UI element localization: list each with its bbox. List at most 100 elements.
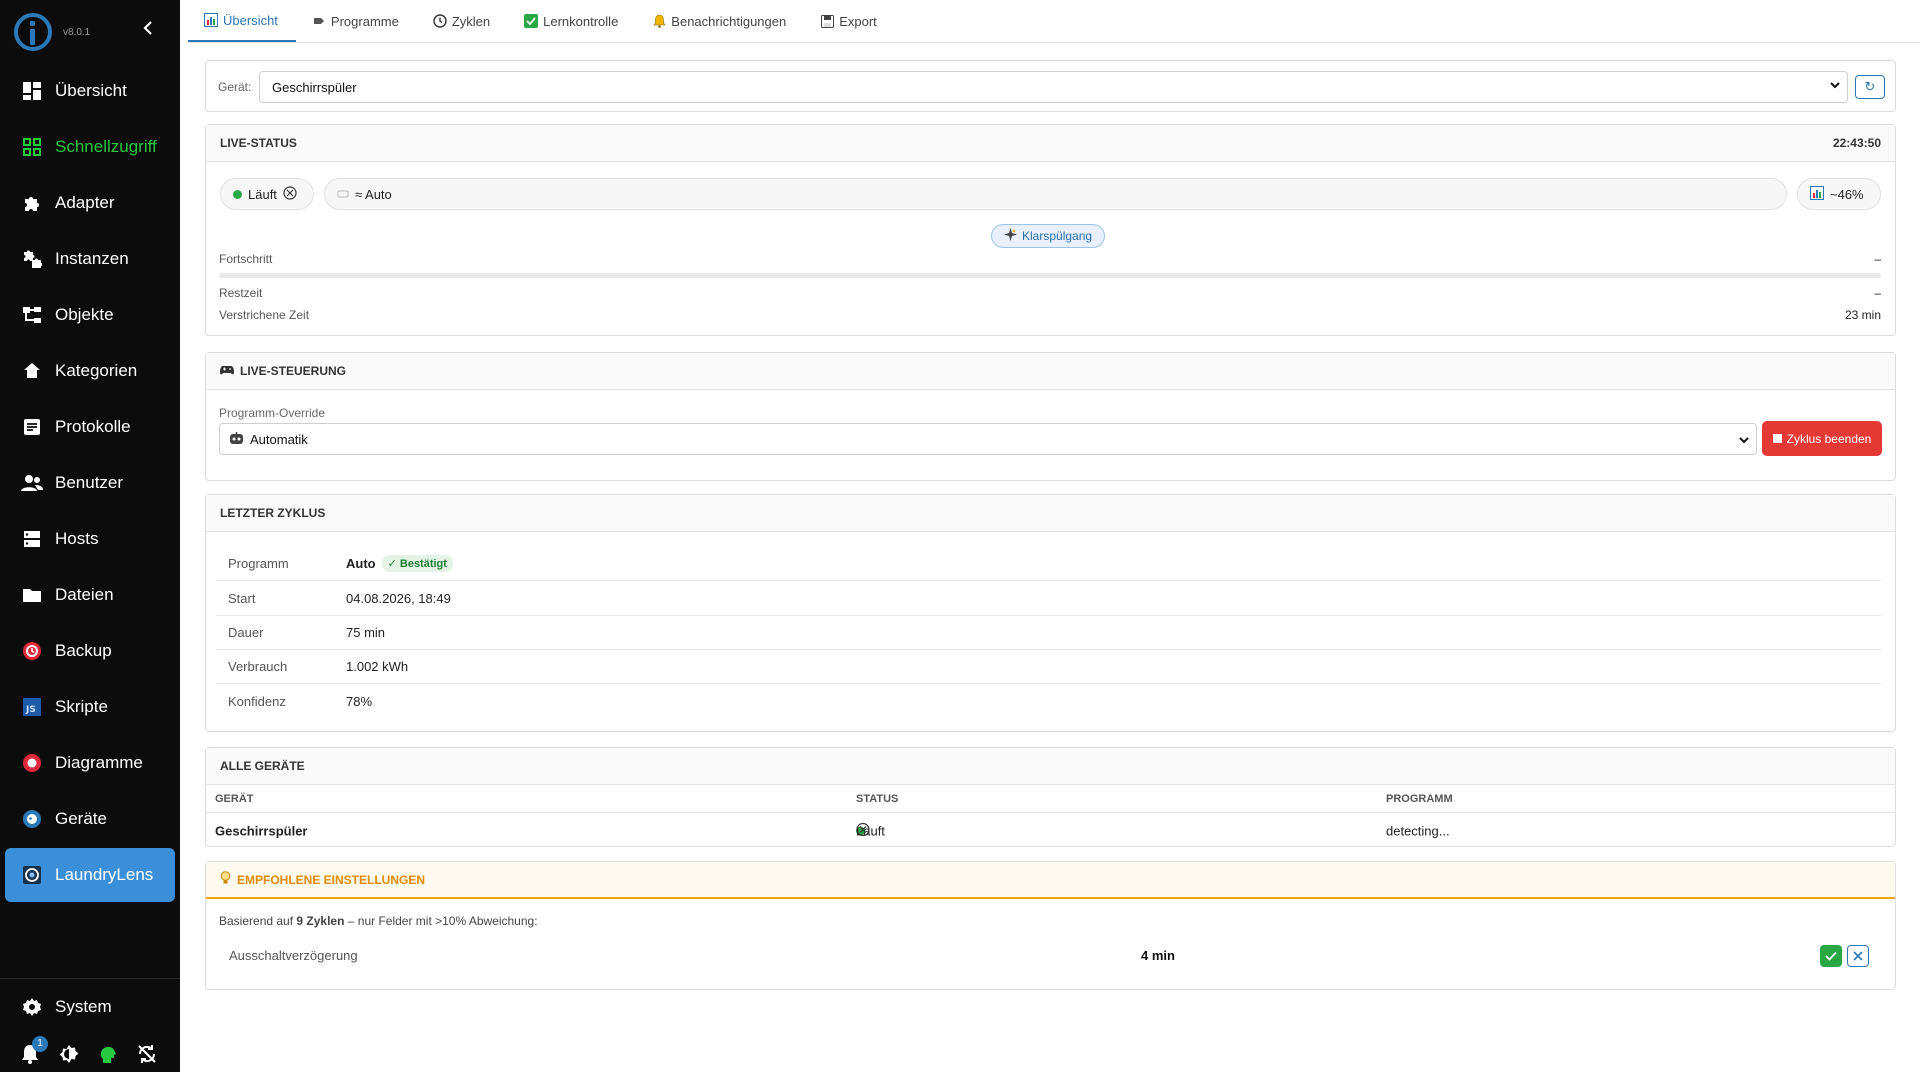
elapsed-label: Verstrichene Zeit [219,308,310,322]
override-label: Programm-Override [219,406,326,420]
live-control-title: LIVE-STEUERUNG [240,364,347,378]
expert-mode-icon[interactable] [98,1044,118,1064]
puzzles-icon [21,248,43,270]
cycle-row-key: Dauer [228,625,264,640]
check-square-icon [524,14,539,28]
backup-icon [21,640,43,662]
tab-label: Benachrichtigungen [671,13,787,29]
tab-label: Lernkontrolle [543,13,619,29]
cycle-row-verbrauch: Verbrauch 1.002 kWh [216,650,1881,684]
gamepad-icon [220,364,234,378]
state-text: Läuft [248,186,277,202]
cycle-row-key: Programm [228,556,289,571]
program-text: ≈ Auto [355,186,392,202]
sidebar-item-label: Skripte [55,697,108,716]
stop-icon [1772,432,1782,446]
users-icon [21,472,43,494]
sidebar-item-protokolle[interactable]: Protokolle [5,400,175,454]
close-icon [1853,951,1863,961]
tree-icon [21,304,43,326]
tab-bar: Übersicht Programme Zyklen Lernkontrolle… [188,0,1920,43]
phase-badge: Klarspülgang [991,224,1106,248]
sidebar-item-hosts[interactable]: Hosts [5,512,175,566]
refresh-icon: ↻ [1864,79,1876,94]
cycle-row-value: 75 min [346,625,386,640]
tab-benachrichtigungen[interactable]: Benachrichtigungen [636,0,804,42]
tab-programme[interactable]: Programme [296,0,417,42]
progress-value: – [1874,252,1881,266]
elapsed-value: 23 min [1844,308,1881,322]
sidebar-item-geraete[interactable]: Geräte [5,792,175,846]
sidebar-item-kategorien[interactable]: Kategorien [5,344,175,398]
confirmed-badge: ✓ Bestätigt [381,555,453,572]
save-icon [820,14,834,28]
sidebar-item-label: Dateien [55,585,114,604]
cycle-row-start: Start 04.08.2026, 18:49 [216,582,1881,616]
tab-uebersicht[interactable]: Übersicht [188,0,296,42]
devices-icon [21,808,43,830]
tag-icon [312,14,326,28]
sidebar-item-dateien[interactable]: Dateien [5,568,175,622]
dismiss-setting-button[interactable] [1847,945,1869,967]
cycle-row-dauer: Dauer 75 min [216,616,1881,650]
percent-text: ~46% [1830,186,1864,202]
sidebar-item-skripte[interactable]: JS Skripte [5,680,175,734]
svg-text:JS: JS [25,705,36,715]
last-cycle-header: LETZTER ZYKLUS [206,495,1895,532]
tab-label: Übersicht [223,12,278,28]
live-control-header: LIVE-STEUERUNG [206,353,1895,390]
sidebar: v8.0.1 Übersicht Schnellzugriff Adapter … [0,0,180,1072]
state-pill: Läuft [220,178,314,210]
cycle-row-konfidenz: Konfidenz 78% [216,684,1881,718]
sidebar-item-backup[interactable]: Backup [5,624,175,678]
program-override-select[interactable]: Automatik [219,423,1757,455]
remaining-label: Restzeit [219,286,263,300]
sync-disabled-icon[interactable] [137,1044,157,1064]
sidebar-item-uebersicht[interactable]: Übersicht [5,64,175,118]
bar-chart-icon [204,13,218,27]
column-header-program: PROGRAMM [1386,792,1453,805]
tab-zyklen[interactable]: Zyklen [417,0,508,42]
sidebar-item-schnellzugriff[interactable]: Schnellzugriff [5,120,175,174]
end-cycle-label: Zyklus beenden [1786,431,1872,446]
accept-setting-button[interactable] [1820,945,1842,967]
cycle-row-value: Auto [346,556,376,571]
sidebar-item-instanzen[interactable]: Instanzen [5,232,175,286]
recommended-settings-card: EMPFOHLENE EINSTELLUNGEN Basierend auf 9… [205,861,1896,990]
spinner-icon [283,185,297,203]
sidebar-item-label: Diagramme [55,753,143,772]
sidebar-item-label: Kategorien [55,361,138,380]
tab-export[interactable]: Export [804,0,895,42]
sidebar-item-laundrylens[interactable]: LaundryLens [5,848,175,902]
tab-lernkontrolle[interactable]: Lernkontrolle [508,0,636,42]
sidebar-item-adapter[interactable]: Adapter [5,176,175,230]
sidebar-item-system[interactable]: System [5,980,175,1034]
sidebar-item-label: Benutzer [55,473,124,492]
device-select[interactable]: Geschirrspüler [259,71,1848,103]
collapse-sidebar-icon[interactable] [138,20,158,40]
table-row[interactable]: Geschirrspüler Läuft detecting... [206,813,1895,849]
sidebar-item-objekte[interactable]: Objekte [5,288,175,342]
theme-toggle-icon[interactable] [59,1044,79,1064]
cycle-row-key: Verbrauch [228,659,288,674]
all-devices-card: ALLE GERÄTE GERÄT STATUS PROGRAMM Geschi… [205,747,1896,847]
override-select-wrap: Automatik [219,423,1757,455]
progress-bar [219,273,1881,278]
sidebar-item-diagramme[interactable]: Diagramme [5,736,175,790]
refresh-button[interactable]: ↻ [1855,75,1885,99]
cycle-row-value: 04.08.2026, 18:49 [346,591,451,606]
device-label: Gerät: [218,80,252,94]
dashboard-icon [21,80,43,102]
recommended-header: EMPFOHLENE EINSTELLUNGEN [206,862,1895,899]
live-control-card: LIVE-STEUERUNG Programm-Override Automat… [205,352,1896,481]
live-status-title: LIVE-STATUS [220,136,297,150]
sidebar-footer-icons: 1 [20,1036,157,1064]
progress-label: Fortschritt [219,252,273,266]
end-cycle-button[interactable]: Zyklus beenden [1762,421,1882,456]
recommended-title: EMPFOHLENE EINSTELLUNGEN [237,872,426,887]
iobroker-logo[interactable] [14,13,52,51]
setting-label: Ausschaltverzögerung [229,948,358,963]
sidebar-item-benutzer[interactable]: Benutzer [5,456,175,510]
bell-icon[interactable]: 1 [20,1036,48,1064]
sidebar-item-label: Schnellzugriff [55,137,157,156]
